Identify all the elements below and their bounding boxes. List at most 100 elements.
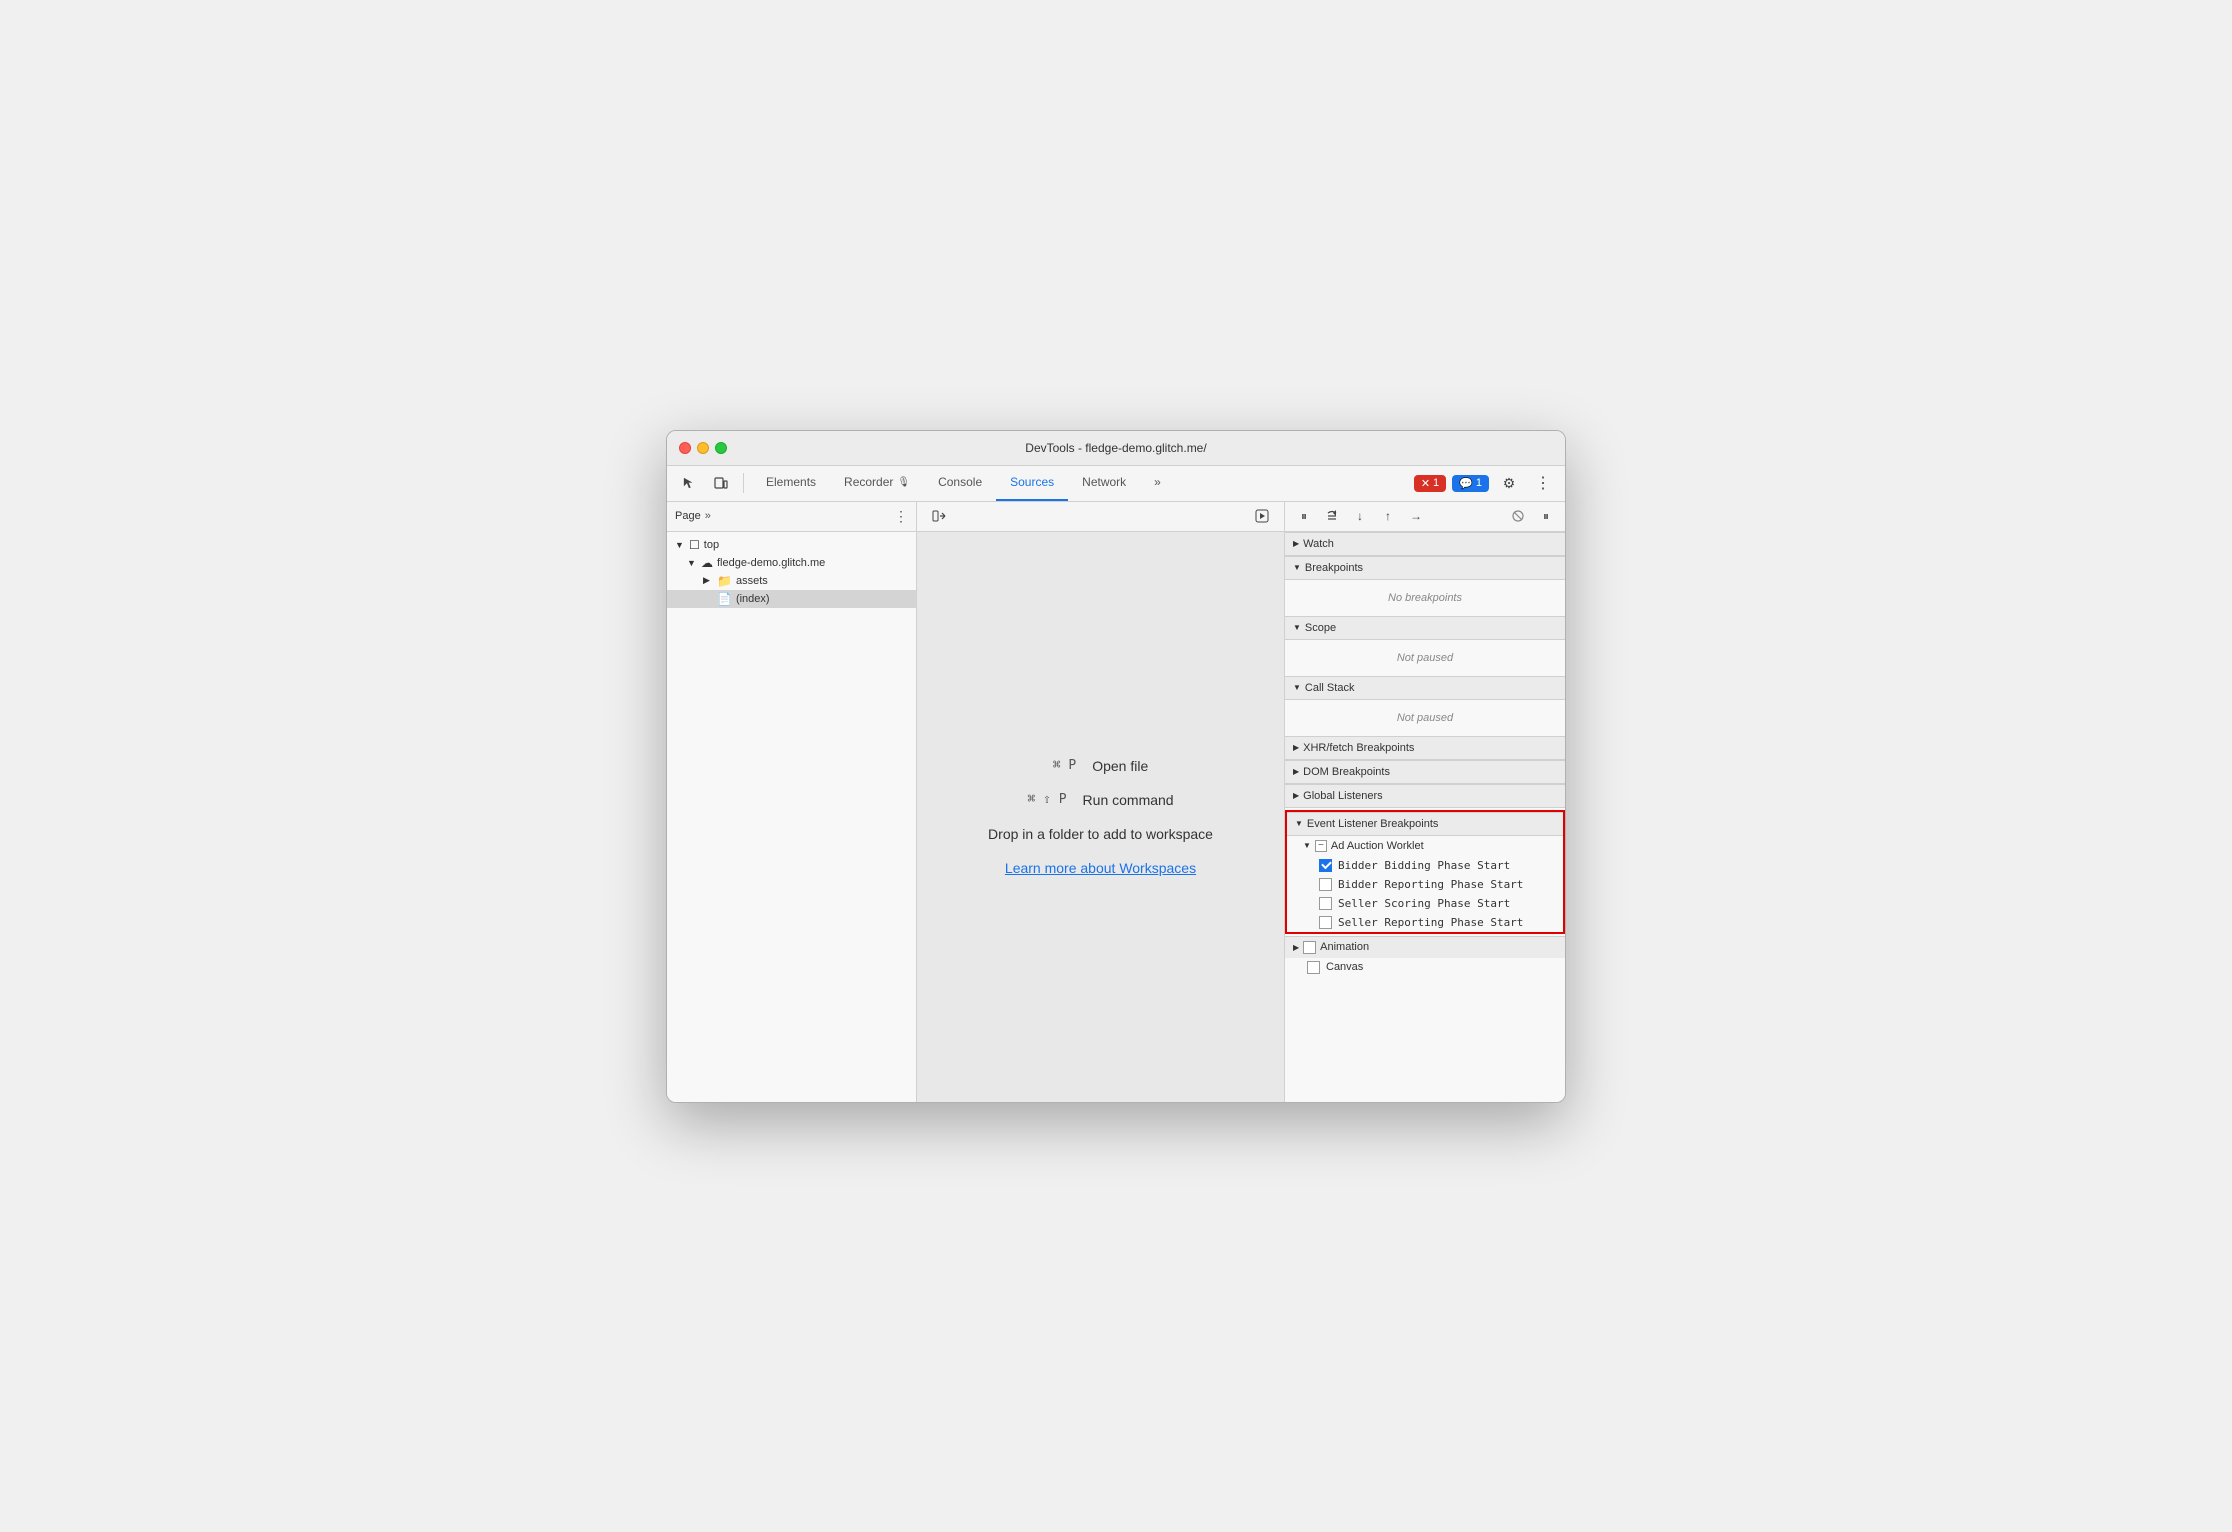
scope-not-paused: Not paused — [1285, 644, 1565, 672]
event-listener-section: ▼ Event Listener Breakpoints ▼ − Ad Auct… — [1285, 810, 1565, 934]
tree-item-assets[interactable]: ▶ 📁 assets — [667, 572, 916, 590]
open-file-shortcut: ⌘ P — [1053, 758, 1076, 773]
tab-nav: Elements Recorder 🎙 Console Sources Netw… — [752, 466, 1410, 501]
run-command-shortcut: ⌘ ⇧ P — [1027, 792, 1066, 807]
panel-more-icon[interactable]: ⋮ — [894, 508, 908, 525]
seller-reporting-label: Seller Reporting Phase Start — [1338, 916, 1523, 929]
bidder-reporting-label: Bidder Reporting Phase Start — [1338, 878, 1523, 891]
toolbar-right: ✕ 1 💬 1 ⚙ ⋮ — [1414, 469, 1557, 497]
breakpoints-label: Breakpoints — [1305, 562, 1363, 574]
tab-sources[interactable]: Sources — [996, 466, 1068, 501]
file-panel-header: Page » ⋮ — [667, 502, 916, 532]
right-scroll[interactable]: ▶ Watch ▼ Breakpoints No breakpoints ▼ S… — [1285, 532, 1565, 1102]
step-button[interactable]: → — [1405, 505, 1427, 527]
bidder-reporting-item[interactable]: Bidder Reporting Phase Start — [1287, 875, 1563, 894]
cursor-icon[interactable] — [675, 469, 703, 497]
center-content: ⌘ P Open file ⌘ ⇧ P Run command Drop in … — [917, 532, 1284, 1102]
center-toolbar — [917, 502, 1284, 532]
tree-item-fledge[interactable]: ▼ ☁ fledge-demo.glitch.me — [667, 554, 916, 572]
debug-toolbar: ⏸ ↓ ↑ → — [1285, 502, 1565, 532]
bidder-bidding-item[interactable]: Bidder Bidding Phase Start — [1287, 856, 1563, 875]
canvas-checkbox[interactable] — [1307, 961, 1320, 974]
error-badge[interactable]: ✕ 1 — [1414, 475, 1446, 492]
tab-network[interactable]: Network — [1068, 466, 1140, 501]
pause-on-exceptions-icon[interactable]: ⏸ — [1535, 505, 1557, 527]
tab-recorder[interactable]: Recorder 🎙 — [830, 466, 924, 501]
workspace-drop-text: Drop in a folder to add to workspace — [988, 826, 1213, 842]
tree-label-assets: assets — [736, 575, 768, 587]
scope-header[interactable]: ▼ Scope — [1285, 616, 1565, 640]
traffic-lights — [679, 442, 727, 454]
seller-scoring-item[interactable]: Seller Scoring Phase Start — [1287, 894, 1563, 913]
seller-reporting-item[interactable]: Seller Reporting Phase Start — [1287, 913, 1563, 932]
step-out-button[interactable]: ↑ — [1377, 505, 1399, 527]
run-snippet-icon[interactable] — [1248, 502, 1276, 530]
more-options-icon[interactable]: ⋮ — [1529, 469, 1557, 497]
seller-scoring-label: Seller Scoring Phase Start — [1338, 897, 1510, 910]
bidder-bidding-checkbox[interactable] — [1319, 859, 1332, 872]
tree-item-index[interactable]: ▶ 📄 (index) — [667, 590, 916, 608]
canvas-label: Canvas — [1326, 961, 1363, 973]
ad-auction-header[interactable]: ▼ − Ad Auction Worklet — [1287, 836, 1563, 856]
call-stack-header[interactable]: ▼ Call Stack — [1285, 676, 1565, 700]
file-tree: ▼ ☐ top ▼ ☁ fledge-demo.glitch.me ▶ 📁 as… — [667, 532, 916, 612]
seller-scoring-checkbox[interactable] — [1319, 897, 1332, 910]
watch-header[interactable]: ▶ Watch — [1285, 532, 1565, 556]
tree-label-top: top — [704, 539, 719, 551]
call-stack-content: Not paused — [1285, 700, 1565, 736]
ad-auction-label: Ad Auction Worklet — [1331, 840, 1424, 852]
breakpoints-header[interactable]: ▼ Breakpoints — [1285, 556, 1565, 580]
info-badge[interactable]: 💬 1 — [1452, 475, 1489, 492]
tab-console[interactable]: Console — [924, 466, 996, 501]
arrow-fledge: ▼ — [687, 558, 697, 568]
page-label: Page — [675, 510, 701, 522]
breakpoints-content: No breakpoints — [1285, 580, 1565, 616]
center-panel: ⌘ P Open file ⌘ ⇧ P Run command Drop in … — [917, 502, 1285, 1102]
settings-icon[interactable]: ⚙ — [1495, 469, 1523, 497]
global-header[interactable]: ▶ Global Listeners — [1285, 784, 1565, 808]
tree-item-top[interactable]: ▼ ☐ top — [667, 536, 916, 554]
toolbar: Elements Recorder 🎙 Console Sources Netw… — [667, 466, 1565, 502]
xhr-label: XHR/fetch Breakpoints — [1303, 742, 1414, 754]
step-into-button[interactable]: ↓ — [1349, 505, 1371, 527]
minus-checkbox-icon[interactable]: − — [1315, 840, 1327, 852]
animation-header[interactable]: ▶ Animation — [1285, 936, 1565, 958]
ad-auction-section: ▼ − Ad Auction Worklet Bidder Bidding Ph… — [1287, 836, 1563, 932]
seller-reporting-checkbox[interactable] — [1319, 916, 1332, 929]
minimize-button[interactable] — [697, 442, 709, 454]
arrow-top: ▼ — [675, 540, 685, 550]
folder-blue-icon: 📁 — [717, 574, 732, 588]
tab-more[interactable]: » — [1140, 466, 1175, 501]
device-toggle-icon[interactable] — [707, 469, 735, 497]
xhr-header[interactable]: ▶ XHR/fetch Breakpoints — [1285, 736, 1565, 760]
global-label: Global Listeners — [1303, 790, 1383, 802]
canvas-row[interactable]: Canvas — [1285, 958, 1565, 977]
close-button[interactable] — [679, 442, 691, 454]
event-listener-label: Event Listener Breakpoints — [1307, 818, 1438, 830]
step-over-button[interactable] — [1321, 505, 1343, 527]
animation-checkbox[interactable] — [1303, 941, 1316, 954]
event-listener-header[interactable]: ▼ Event Listener Breakpoints — [1287, 812, 1563, 836]
maximize-button[interactable] — [715, 442, 727, 454]
expand-icon[interactable]: » — [705, 510, 711, 522]
deactivate-breakpoints-icon[interactable] — [1507, 505, 1529, 527]
open-file-row: ⌘ P Open file — [1053, 758, 1149, 774]
no-breakpoints-text: No breakpoints — [1285, 584, 1565, 612]
dom-label: DOM Breakpoints — [1303, 766, 1390, 778]
titlebar: DevTools - fledge-demo.glitch.me/ — [667, 431, 1565, 466]
right-panel: ⏸ ↓ ↑ → — [1285, 502, 1565, 1102]
main-content: Page » ⋮ ▼ ☐ top ▼ ☁ fledge-demo.glitch.… — [667, 502, 1565, 1102]
tab-elements[interactable]: Elements — [752, 466, 830, 501]
cloud-icon: ☁ — [701, 556, 713, 570]
folder-icon: ☐ — [689, 538, 700, 552]
pause-button[interactable]: ⏸ — [1293, 505, 1315, 527]
dom-header[interactable]: ▶ DOM Breakpoints — [1285, 760, 1565, 784]
file-panel: Page » ⋮ ▼ ☐ top ▼ ☁ fledge-demo.glitch.… — [667, 502, 917, 1102]
watch-label: Watch — [1303, 538, 1334, 550]
workspace-link[interactable]: Learn more about Workspaces — [1005, 860, 1196, 876]
bidder-reporting-checkbox[interactable] — [1319, 878, 1332, 891]
call-stack-not-paused: Not paused — [1285, 704, 1565, 732]
scope-content: Not paused — [1285, 640, 1565, 676]
sidebar-toggle-icon[interactable] — [925, 502, 953, 530]
file-icon: 📄 — [717, 592, 732, 606]
